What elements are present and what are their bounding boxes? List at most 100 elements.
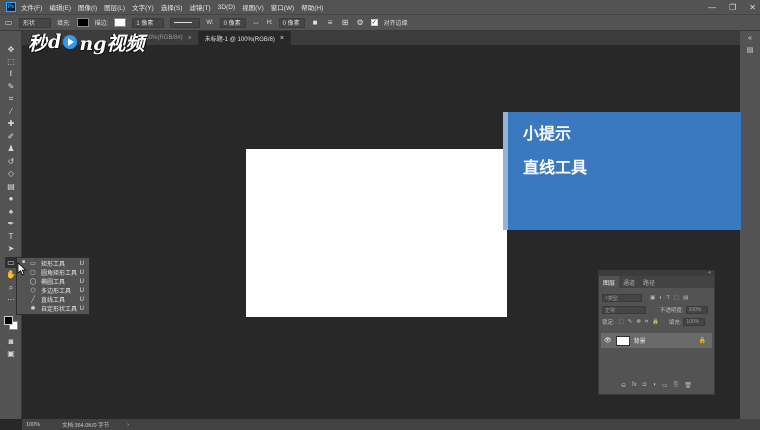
screen-mode-icon[interactable]: ▣ — [5, 348, 17, 359]
watermark-text-3: ng视频 — [79, 32, 145, 55]
stroke-line-preview — [174, 22, 193, 23]
path-selection-tool-icon[interactable]: ➤ — [5, 243, 17, 254]
menu-view[interactable]: 视图(V) — [242, 2, 264, 12]
opacity-label: 不透明度: — [660, 308, 684, 314]
clone-stamp-tool-icon[interactable]: ♟ — [5, 143, 17, 154]
crop-tool-icon[interactable]: ⌗ — [5, 93, 17, 104]
watermark-text-2: d — [48, 31, 62, 53]
menu-file[interactable]: 文件(F) — [21, 2, 42, 12]
dodge-tool-icon[interactable]: ♠ — [5, 206, 17, 217]
lasso-tool-icon[interactable]: ℓ — [5, 68, 17, 79]
collapse-panels-icon[interactable]: « — [744, 33, 756, 43]
menu-edit[interactable]: 编辑(E) — [49, 2, 71, 12]
menu-image[interactable]: 图像(I) — [78, 2, 97, 12]
quick-select-tool-icon[interactable]: ✎ — [5, 81, 17, 92]
flyout-item-label: 圆角矩形工具 — [41, 271, 78, 277]
flyout-item-line[interactable]: ╱ 直线工具 U — [17, 295, 89, 305]
marquee-tool-icon[interactable]: ⬚ — [5, 56, 17, 67]
photoshop-window: Ps 文件(F) 编辑(E) 图像(I) 图层(L) 文字(Y) 选择(S) 滤… — [0, 0, 760, 430]
lock-icon: 🔒 — [698, 338, 706, 344]
menu-window[interactable]: 窗口(W) — [271, 2, 294, 12]
tab-layers[interactable]: 图层 — [599, 276, 620, 288]
blur-tool-icon[interactable]: ● — [5, 193, 17, 204]
quick-mask-icon[interactable]: ◙ — [5, 336, 17, 347]
tab-close-icon[interactable]: × — [188, 35, 192, 42]
menu-filter[interactable]: 滤镜(T) — [189, 2, 210, 12]
foreground-color-swatch[interactable] — [4, 316, 13, 325]
layer-name: 背景 — [633, 339, 646, 345]
menu-select[interactable]: 选择(S) — [161, 2, 183, 12]
layers-panel: « 图层 通道 路径 ⌕ 类型 ▣◐T⬚▤ 正常 不透明度: 100% 锁定: … — [598, 270, 715, 395]
link-icon[interactable]: ⇔ — [252, 18, 261, 27]
opacity-field[interactable]: 100% — [685, 306, 708, 314]
tab-channels[interactable]: 通道 — [619, 276, 639, 288]
filter-icons[interactable]: ▣◐T⬚▤ — [650, 295, 692, 301]
lock-icons[interactable]: ⬚✎✥⌗🔒 — [619, 319, 663, 326]
tip-overlay: 小提示 直线工具 — [503, 112, 741, 230]
mask-icon[interactable]: ◘ — [643, 382, 647, 392]
fill-label: 填充: — [668, 320, 682, 326]
new-layer-icon[interactable]: ⎘ — [674, 382, 679, 392]
flyout-item-polygon[interactable]: ⬡ 多边形工具 U — [17, 286, 89, 296]
status-arrow-icon[interactable]: › — [127, 422, 129, 428]
height-field[interactable]: 0 像素 — [278, 17, 305, 28]
move-tool-icon[interactable]: ✥ — [5, 44, 17, 55]
history-brush-tool-icon[interactable]: ↺ — [5, 156, 17, 167]
zoom-level[interactable]: 100% — [26, 422, 56, 428]
flyout-item-custom-shape[interactable]: ✱ 自定形状工具 U — [17, 304, 89, 314]
lock-row: 锁定: ⬚✎✥⌗🔒 填充: 100% — [602, 317, 712, 327]
tool-mode-select[interactable]: 形状 — [19, 17, 51, 28]
stroke-label: 描边: — [94, 21, 109, 27]
align-edges-checkbox[interactable]: ✓ — [370, 19, 378, 26]
fill-field[interactable]: 100% — [683, 318, 706, 326]
tab-label: 100%(RGB/8#) — [142, 35, 183, 41]
tab-label: 未标题-1 @ 100%(RGB/8) — [204, 36, 275, 43]
tab-document-2[interactable]: 未标题-1 @ 100%(RGB/8) × — [198, 31, 291, 45]
menu-help[interactable]: 帮助(H) — [301, 2, 323, 12]
height-label: H: — [266, 19, 273, 26]
menu-type[interactable]: 文字(Y) — [132, 2, 154, 12]
status-bar: 100% 文档:364.0K/0 字节 › — [22, 419, 760, 430]
type-tool-icon[interactable]: T — [5, 231, 17, 242]
pen-tool-icon[interactable]: ✒ — [5, 218, 17, 229]
flyout-item-shortcut: U — [79, 278, 84, 285]
lock-label: 锁定: — [602, 320, 615, 326]
eraser-tool-icon[interactable]: ◇ — [5, 168, 17, 179]
eyedropper-tool-icon[interactable]: ⁄ — [5, 106, 17, 117]
close-button[interactable]: ✕ — [749, 3, 756, 12]
rectangle-tool-preset-icon[interactable]: ▭ — [4, 18, 13, 27]
history-panel-icon[interactable]: ▤ — [744, 45, 756, 55]
stroke-swatch[interactable] — [114, 18, 127, 27]
menu-layer[interactable]: 图层(L) — [104, 2, 125, 12]
width-field[interactable]: 0 像素 — [219, 17, 246, 28]
flyout-item-ellipse[interactable]: ◯ 椭圆工具 U — [17, 277, 89, 287]
restore-button[interactable]: ❐ — [729, 3, 736, 12]
gear-icon[interactable]: ⚙ — [356, 18, 365, 27]
path-operations-icon[interactable]: ■ — [311, 18, 320, 27]
adjustment-icon[interactable]: ◑ — [652, 382, 656, 392]
stroke-width-field[interactable]: 1 像素 — [132, 17, 165, 28]
layer-kind-filter[interactable]: ⌕ 类型 — [602, 294, 642, 302]
fx-icon[interactable]: fx — [632, 382, 637, 392]
eye-icon[interactable]: 👁 — [604, 337, 612, 344]
layer-row-background[interactable]: 👁 背景 🔒 — [601, 333, 712, 348]
fill-swatch[interactable] — [76, 18, 89, 27]
group-icon[interactable]: ▭ — [662, 382, 668, 392]
gradient-tool-icon[interactable]: ▤ — [5, 181, 17, 192]
minimize-button[interactable]: — — [708, 3, 716, 12]
tip-overlay-edge — [503, 112, 508, 230]
path-arrangement-icon[interactable]: ⊞ — [341, 18, 350, 27]
healing-brush-tool-icon[interactable]: ✚ — [5, 118, 17, 129]
menu-3d[interactable]: 3D(D) — [218, 4, 235, 11]
document-canvas[interactable] — [246, 149, 507, 317]
tab-paths[interactable]: 路径 — [639, 276, 659, 288]
width-label: W: — [206, 19, 214, 26]
stroke-type-select[interactable] — [170, 17, 201, 28]
brush-tool-icon[interactable]: ✐ — [5, 131, 17, 142]
trash-icon[interactable]: 🗑 — [684, 382, 692, 392]
link-layers-icon[interactable]: ⊖ — [621, 382, 626, 392]
path-alignment-icon[interactable]: ≡ — [326, 18, 335, 27]
tab-close-icon[interactable]: × — [280, 35, 284, 42]
layer-thumbnail — [615, 335, 630, 346]
blend-mode-select[interactable]: 正常 — [602, 306, 646, 314]
